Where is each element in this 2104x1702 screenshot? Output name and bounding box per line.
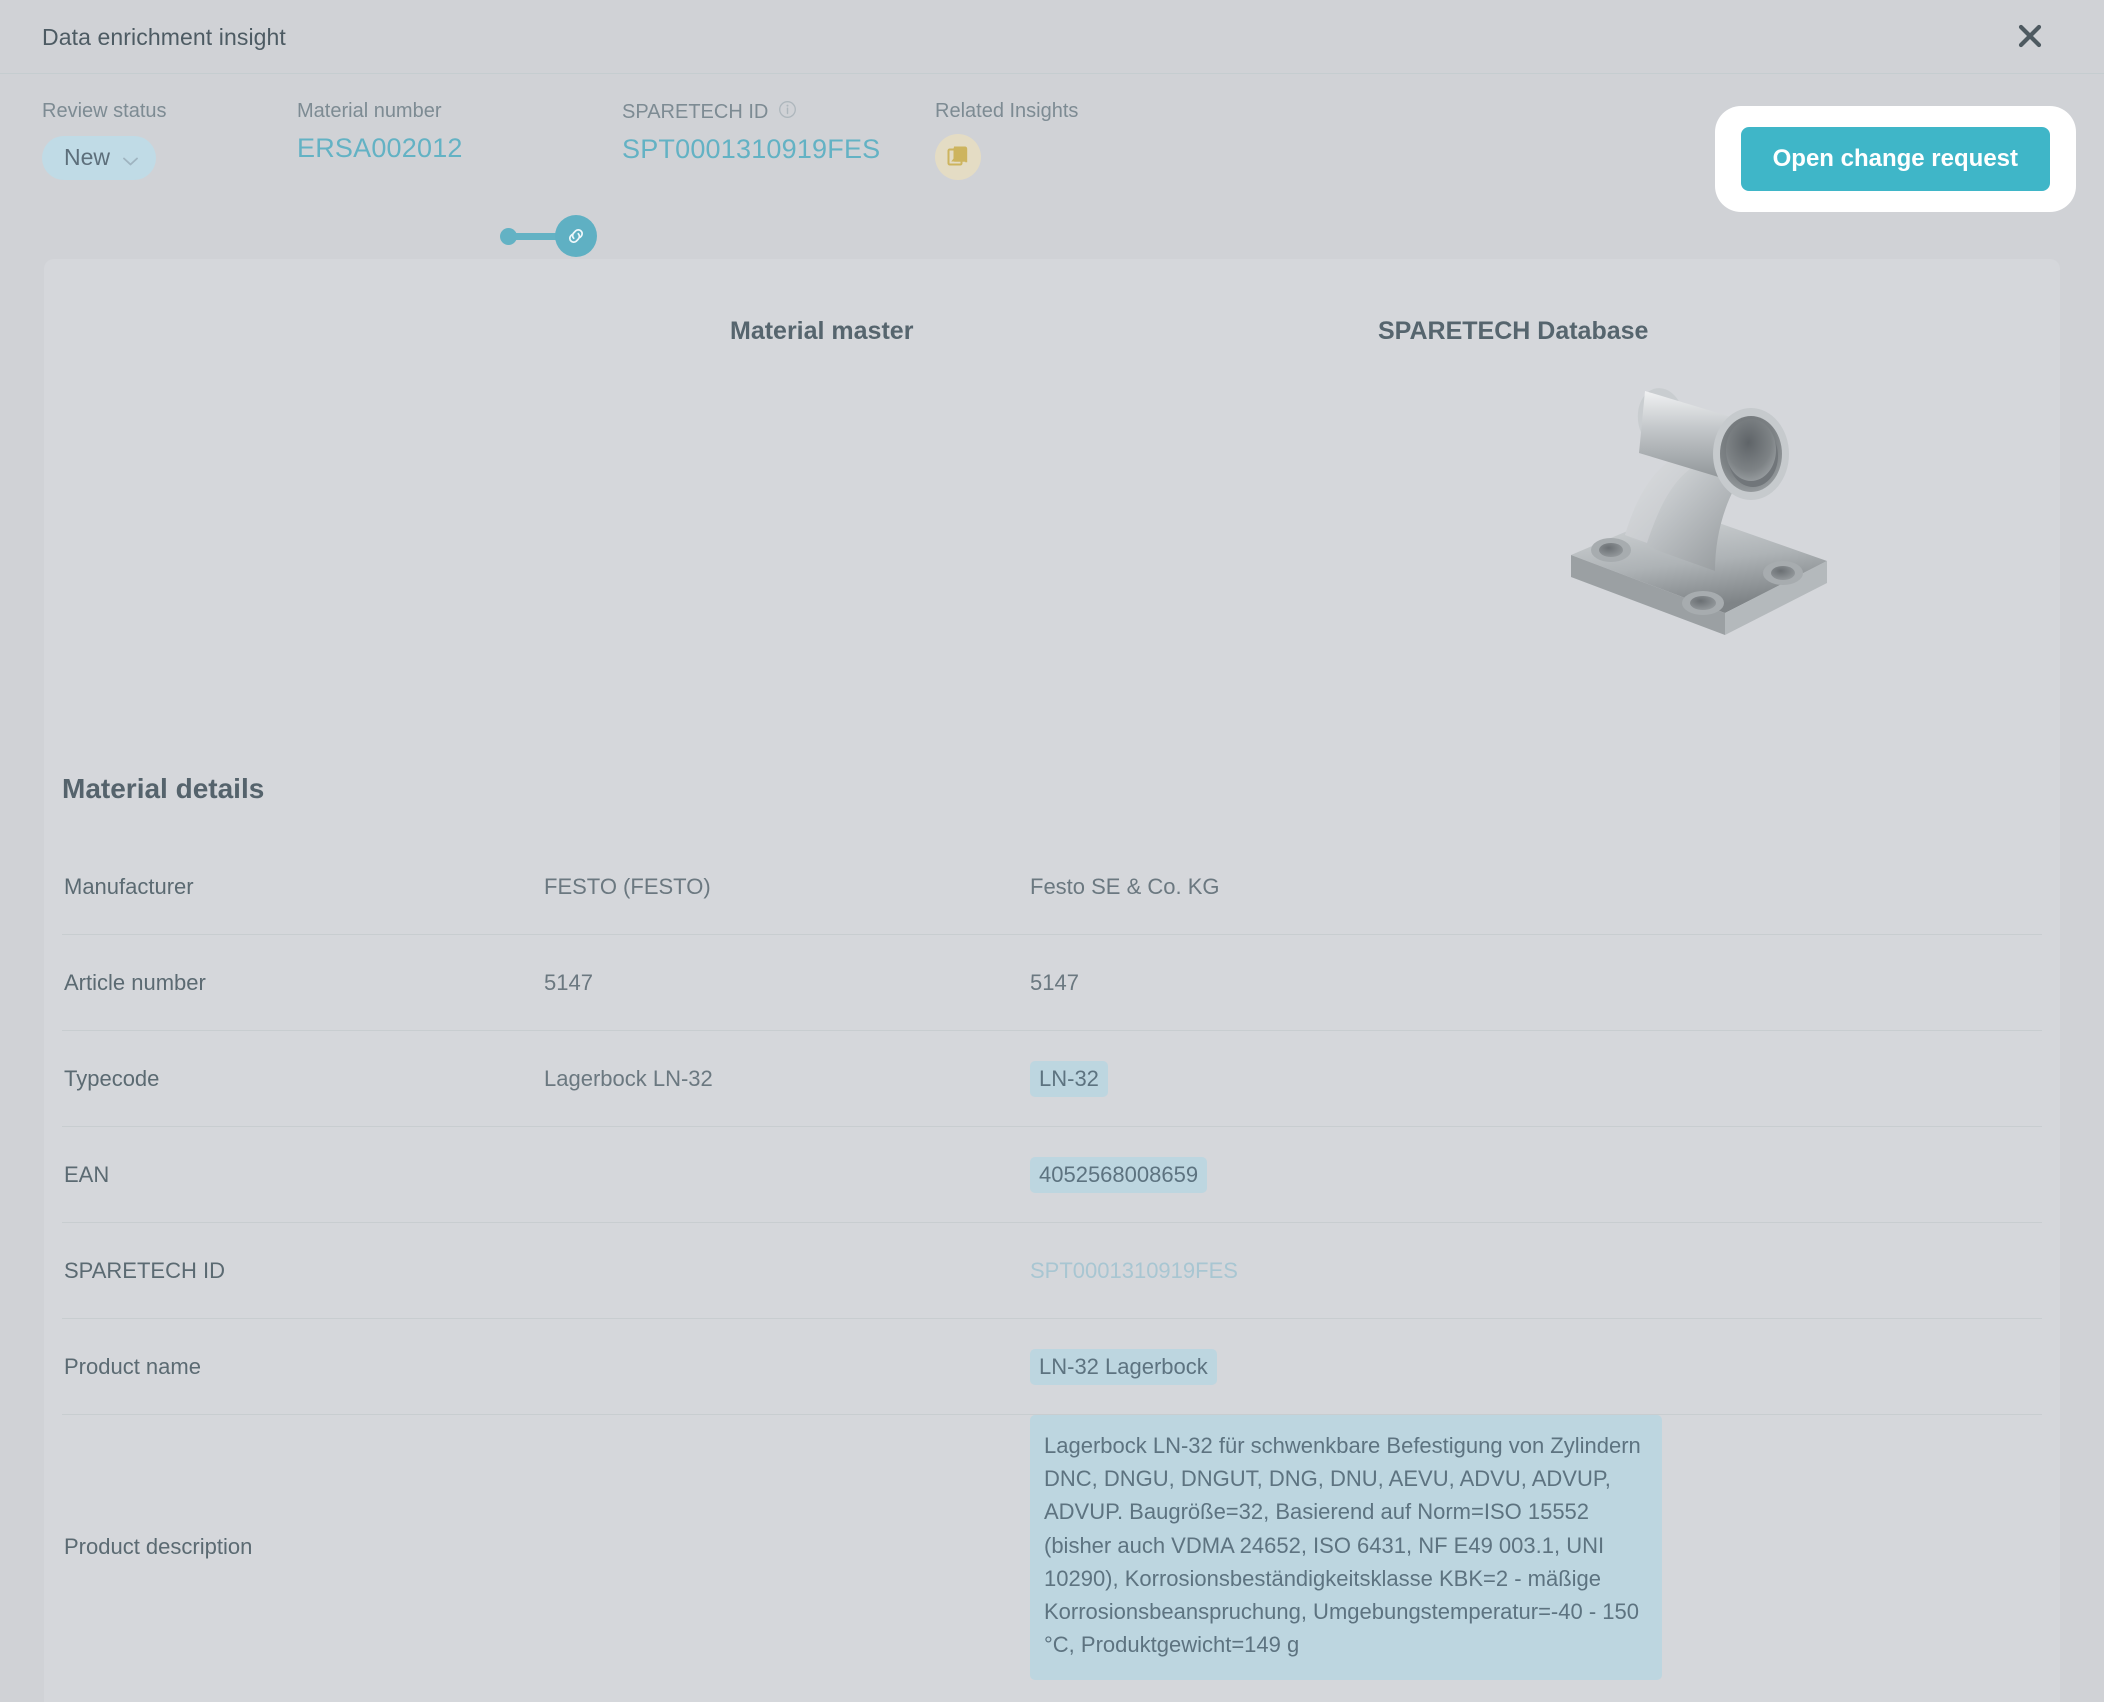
cell-material-master: FESTO (FESTO) xyxy=(544,874,1030,900)
table-row: Product name LN-32 Lagerbock xyxy=(62,1319,2042,1415)
row-label: Product description xyxy=(62,1534,544,1560)
cell-spartech-database: LN-32 xyxy=(1030,1061,2042,1097)
cell-material-master: 5147 xyxy=(544,970,1030,996)
highlighted-value: Lagerbock LN-32 für schwenkbare Befestig… xyxy=(1030,1415,1662,1680)
table-row: Article number51475147 xyxy=(62,935,2042,1031)
chevron-down-icon xyxy=(123,153,138,162)
column-headers: Material master SPARETECH Database xyxy=(44,259,2060,321)
material-number-label: Material number xyxy=(297,100,463,123)
link-connector-line xyxy=(514,233,560,240)
cell-spartech-database: 5147 xyxy=(1030,970,2042,996)
product-image xyxy=(1529,359,1869,649)
spartech-id-label-row: SPARETECH ID xyxy=(622,100,880,124)
modal-title-bar: Data enrichment insight xyxy=(0,0,2104,74)
close-icon[interactable] xyxy=(2008,14,2052,58)
column-header-material-master: Material master xyxy=(730,317,913,346)
link-icon xyxy=(555,215,597,257)
cell-spartech-database: Lagerbock LN-32 für schwenkbare Befestig… xyxy=(1030,1415,2042,1680)
open-change-request-button[interactable]: Open change request xyxy=(1741,127,2050,191)
cell-spartech-database: 4052568008659 xyxy=(1030,1157,2042,1193)
material-number-value[interactable]: ERSA002012 xyxy=(297,133,463,164)
insight-meta-header: Review status New Material number ERSA00… xyxy=(0,74,2104,259)
table-row: SPARETECH ID SPT0001310919FES xyxy=(62,1223,2042,1319)
page-title: Data enrichment insight xyxy=(42,24,286,51)
table-row: Product description Lagerbock LN-32 für s… xyxy=(62,1415,2042,1680)
review-status-dropdown[interactable]: New xyxy=(42,136,156,180)
table-row: EAN 4052568008659 xyxy=(62,1127,2042,1223)
highlighted-value: LN-32 xyxy=(1030,1061,1108,1097)
document-image-icon[interactable] xyxy=(935,134,981,180)
row-label: Article number xyxy=(62,970,544,996)
table-row: TypecodeLagerbock LN-32LN-32 xyxy=(62,1031,2042,1127)
spartech-id-link[interactable]: SPT0001310919FES xyxy=(1030,1258,1238,1283)
spartech-id-value[interactable]: SPT0001310919FES xyxy=(622,134,880,165)
row-label: Manufacturer xyxy=(62,874,544,900)
section-title-material-details: Material details xyxy=(62,773,264,805)
row-label: Typecode xyxy=(62,1066,544,1092)
highlighted-value: 4052568008659 xyxy=(1030,1157,1207,1193)
review-status-value: New xyxy=(64,144,110,171)
highlighted-value: LN-32 Lagerbock xyxy=(1030,1349,1217,1385)
material-details-table: ManufacturerFESTO (FESTO)Festo SE & Co. … xyxy=(62,839,2042,1680)
row-label: Product name xyxy=(62,1354,544,1380)
cell-spartech-database: Festo SE & Co. KG xyxy=(1030,874,2042,900)
column-header-spartech-database: SPARETECH Database xyxy=(1378,317,1648,346)
row-label: SPARETECH ID xyxy=(62,1258,544,1284)
link-indicator xyxy=(500,215,595,257)
info-icon[interactable] xyxy=(778,100,797,124)
cell-material-master: Lagerbock LN-32 xyxy=(544,1066,1030,1092)
row-label: EAN xyxy=(62,1162,544,1188)
review-status-label: Review status xyxy=(42,100,167,123)
cell-spartech-database: LN-32 Lagerbock xyxy=(1030,1349,2042,1385)
spartech-id-label: SPARETECH ID xyxy=(622,101,768,124)
material-number-group: Material number ERSA002012 xyxy=(297,100,463,164)
related-insights-label: Related Insights xyxy=(935,100,1078,123)
comparison-panel: Material master SPARETECH Database xyxy=(44,259,2060,1702)
related-insights-group: Related Insights xyxy=(935,100,1078,180)
spartech-id-group: SPARETECH ID SPT0001310919FES xyxy=(622,100,880,165)
table-row: ManufacturerFESTO (FESTO)Festo SE & Co. … xyxy=(62,839,2042,935)
review-status-group: Review status New xyxy=(42,100,167,180)
cell-spartech-database: SPT0001310919FES xyxy=(1030,1258,2042,1284)
open-change-request-container: Open change request xyxy=(1715,106,2076,212)
